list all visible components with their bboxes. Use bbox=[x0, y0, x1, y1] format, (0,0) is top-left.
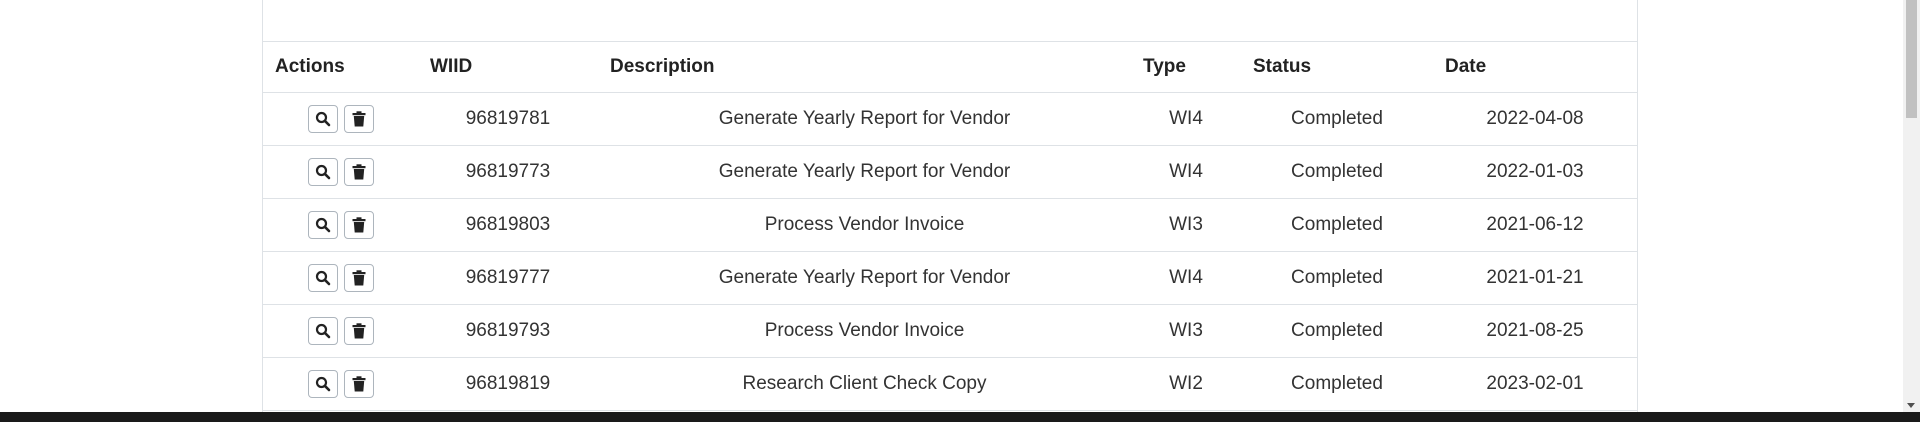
actions-cell bbox=[263, 92, 418, 146]
actions-cell bbox=[263, 145, 418, 199]
trash-icon bbox=[352, 216, 366, 233]
table-header-row: Actions WIID Description Type Status Dat… bbox=[263, 42, 1637, 93]
description-cell: Research Client Check Copy bbox=[598, 357, 1131, 411]
actions-cell bbox=[263, 251, 418, 305]
wiid-cell: 96819777 bbox=[418, 251, 598, 305]
card-intro bbox=[263, 0, 1637, 42]
table-row: 96819777 Generate Yearly Report for Vendo… bbox=[263, 251, 1637, 305]
header-status[interactable]: Status bbox=[1241, 42, 1433, 93]
type-cell: WI4 bbox=[1131, 92, 1241, 146]
bottom-edge-bar bbox=[0, 412, 1920, 422]
status-cell: Completed bbox=[1241, 357, 1433, 411]
delete-button[interactable] bbox=[343, 369, 374, 398]
wiid-cell: 96819781 bbox=[418, 92, 598, 146]
view-button[interactable] bbox=[307, 263, 338, 292]
table-row: 96819819 Research Client Check Copy WI2 Com… bbox=[263, 357, 1637, 411]
delete-button[interactable] bbox=[343, 263, 374, 292]
header-type[interactable]: Type bbox=[1131, 42, 1241, 93]
header-date[interactable]: Date bbox=[1433, 42, 1637, 93]
description-cell: Process Vendor Invoice bbox=[598, 304, 1131, 358]
type-cell: WI3 bbox=[1131, 198, 1241, 252]
trash-icon bbox=[352, 269, 366, 286]
header-actions: Actions bbox=[263, 42, 418, 93]
table-row: 96819793 Process Vendor Invoice WI3 Complet… bbox=[263, 304, 1637, 358]
header-description[interactable]: Description bbox=[598, 42, 1131, 93]
vertical-scrollbar[interactable] bbox=[1903, 0, 1920, 412]
search-icon bbox=[315, 111, 331, 127]
type-cell: WI3 bbox=[1131, 304, 1241, 358]
trash-icon bbox=[352, 375, 366, 392]
date-cell: 2021-06-12 bbox=[1433, 198, 1637, 252]
table-row: 96819773 Generate Yearly Report for Vendo… bbox=[263, 145, 1637, 199]
type-cell: WI4 bbox=[1131, 251, 1241, 305]
view-button[interactable] bbox=[307, 210, 338, 239]
status-cell: Completed bbox=[1241, 145, 1433, 199]
delete-button[interactable] bbox=[343, 210, 374, 239]
delete-button[interactable] bbox=[343, 157, 374, 186]
wiid-cell: 96819773 bbox=[418, 145, 598, 199]
date-cell: 2022-04-08 bbox=[1433, 92, 1637, 146]
description-cell: Generate Yearly Report for Vendor bbox=[598, 145, 1131, 199]
description-cell: Generate Yearly Report for Vendor bbox=[598, 92, 1131, 146]
view-button[interactable] bbox=[307, 157, 338, 186]
date-cell: 2021-08-25 bbox=[1433, 304, 1637, 358]
search-icon bbox=[315, 376, 331, 392]
search-icon bbox=[315, 217, 331, 233]
delete-button[interactable] bbox=[343, 316, 374, 345]
delete-button[interactable] bbox=[343, 104, 374, 133]
search-icon bbox=[315, 323, 331, 339]
actions-cell bbox=[263, 304, 418, 358]
type-cell: WI4 bbox=[1131, 145, 1241, 199]
wiid-cell: 96819793 bbox=[418, 304, 598, 358]
wiid-cell: 96819819 bbox=[418, 357, 598, 411]
scroll-down-arrow-icon[interactable] bbox=[1907, 403, 1915, 408]
table-row: 96819781 Generate Yearly Report for Vendo… bbox=[263, 92, 1637, 146]
date-cell: 2021-01-21 bbox=[1433, 251, 1637, 305]
scrollbar-thumb[interactable] bbox=[1906, 0, 1917, 118]
wiid-cell: 96819803 bbox=[418, 198, 598, 252]
type-cell: WI2 bbox=[1131, 357, 1241, 411]
actions-cell bbox=[263, 357, 418, 411]
status-cell: Completed bbox=[1241, 92, 1433, 146]
trash-icon bbox=[352, 110, 366, 127]
status-cell: Completed bbox=[1241, 251, 1433, 305]
actions-cell bbox=[263, 198, 418, 252]
view-button[interactable] bbox=[307, 316, 338, 345]
search-icon bbox=[315, 164, 331, 180]
date-cell: 2022-01-03 bbox=[1433, 145, 1637, 199]
work-items-table: Actions WIID Description Type Status Dat… bbox=[263, 42, 1637, 411]
description-cell: Process Vendor Invoice bbox=[598, 198, 1131, 252]
header-wiid[interactable]: WIID bbox=[418, 42, 598, 93]
view-button[interactable] bbox=[307, 104, 338, 133]
page-viewport: Actions WIID Description Type Status Dat… bbox=[0, 0, 1920, 422]
search-icon bbox=[315, 270, 331, 286]
description-cell: Generate Yearly Report for Vendor bbox=[598, 251, 1131, 305]
work-items-card: Actions WIID Description Type Status Dat… bbox=[262, 0, 1638, 422]
table-row: 96819803 Process Vendor Invoice WI3 Complet… bbox=[263, 198, 1637, 252]
date-cell: 2023-02-01 bbox=[1433, 357, 1637, 411]
view-button[interactable] bbox=[307, 369, 338, 398]
status-cell: Completed bbox=[1241, 198, 1433, 252]
status-cell: Completed bbox=[1241, 304, 1433, 358]
trash-icon bbox=[352, 322, 366, 339]
trash-icon bbox=[352, 163, 366, 180]
